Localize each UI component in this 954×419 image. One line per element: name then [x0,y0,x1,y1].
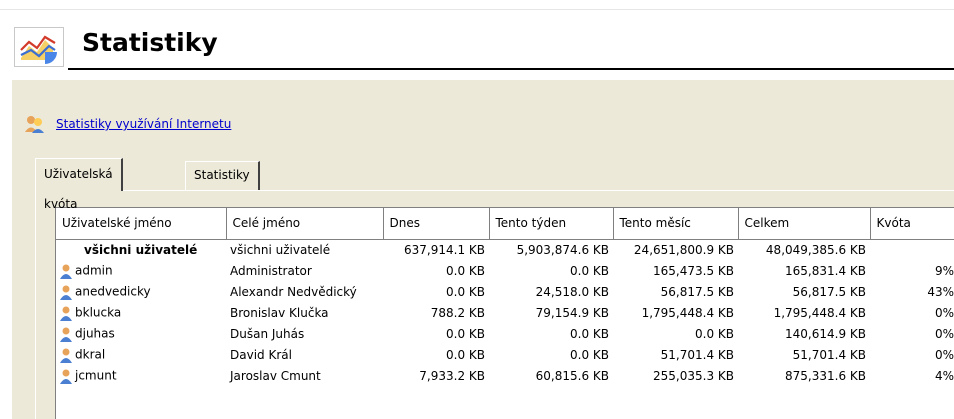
quota-value: 0% [934,347,954,362]
statistics-chart-icon [14,27,64,67]
quota-cell: 4% [870,365,954,386]
quota-value: 9% [934,263,954,278]
summary-total: 48,049,385.6 KB [765,242,866,257]
total-cell: 875,331.6 KB [785,368,866,383]
table-row[interactable]: djuhas Dušan Juhás 0.0 KB 0.0 KB 0.0 KB … [56,323,954,344]
table-row[interactable]: admin Administrator 0.0 KB 0.0 KB 165,47… [56,260,954,281]
today-cell: 788.2 KB [430,305,485,320]
col-header-fullname[interactable]: Celé jméno [226,208,384,240]
username: bklucka [75,305,122,319]
col-header-today[interactable]: Dnes [383,208,490,240]
month-cell: 1,795,448.4 KB [641,305,734,320]
col-header-month[interactable]: Tento měsíc [613,208,739,240]
today-cell: 0.0 KB [446,347,485,362]
internet-stats-link-row[interactable]: Statistiky využívání Internetu [24,114,231,134]
summary-week: 5,903,874.6 KB [516,242,609,257]
fullname-cell: Dušan Juhás [230,326,305,341]
week-cell: 0.0 KB [570,326,609,341]
month-cell: 255,035.3 KB [653,368,734,383]
quota-cell: 0% [870,344,954,365]
table-header-row: Uživatelské jméno Celé jméno Dnes Tento … [56,208,954,240]
summary-month: 24,651,800.9 KB [633,242,734,257]
col-header-total[interactable]: Celkem [738,208,871,240]
week-cell: 0.0 KB [570,347,609,362]
total-cell: 56,817.5 KB [792,284,866,299]
quota-value: 4% [934,368,954,383]
table-row[interactable]: dkral David Král 0.0 KB 0.0 KB 51,701.4 … [56,344,954,365]
username: jcmunt [75,368,117,382]
table-row[interactable]: anedvedicky Alexandr Nedvědický 0.0 KB 2… [56,281,954,302]
username-cell: bklucka [56,302,226,323]
table-row[interactable]: bklucka Bronislav Klučka 788.2 KB 79,154… [56,302,954,323]
page-header: Statistiky [0,0,954,72]
username: dkral [75,347,106,361]
total-cell: 1,795,448.4 KB [773,305,866,320]
col-header-username[interactable]: Uživatelské jméno [56,208,227,240]
summary-username: všichni uživatelé [84,242,198,257]
user-icon [58,368,74,384]
month-cell: 165,473.5 KB [653,263,734,278]
username: anedvedicky [75,284,151,298]
fullname-cell: Bronislav Klučka [230,305,329,320]
fullname-cell: Administrator [230,263,312,278]
quota-table: Uživatelské jméno Celé jméno Dnes Tento … [55,207,954,419]
today-cell: 0.0 KB [446,263,485,278]
top-separator [0,9,954,10]
quota-cell: 0% [870,302,954,323]
week-cell: 60,815.6 KB [535,368,609,383]
summary-today: 637,914.1 KB [404,242,485,257]
table-row[interactable]: jcmunt Jaroslav Cmunt 7,933.2 KB 60,815.… [56,365,954,386]
today-cell: 7,933.2 KB [419,368,485,383]
month-cell: 51,701.4 KB [660,347,734,362]
today-cell: 0.0 KB [446,326,485,341]
summary-fullname: všichni uživatelé [230,242,331,257]
user-icon [58,347,74,363]
fullname-cell: David Král [230,347,292,362]
total-cell: 51,701.4 KB [792,347,866,362]
tab-interface-statistics[interactable]: Statistiky rozhraní [185,161,260,209]
month-cell: 56,817.5 KB [660,284,734,299]
fullname-cell: Jaroslav Cmunt [230,368,321,383]
page-title: Statistiky [82,28,218,57]
quota-value: 0% [934,326,954,341]
username: admin [75,263,113,277]
quota-value: 0% [934,305,954,320]
fullname-cell: Alexandr Nedvědický [230,284,357,299]
user-icon [58,263,74,279]
summary-quota [870,239,954,260]
username: djuhas [75,326,115,340]
tab-user-quota[interactable]: Uživatelská kvóta [35,158,123,211]
user-icon [58,326,74,342]
username-cell: jcmunt [56,365,226,386]
col-header-week[interactable]: Tento týden [489,208,614,240]
week-cell: 79,154.9 KB [535,305,609,320]
today-cell: 0.0 KB [446,284,485,299]
username-cell: admin [56,260,226,281]
user-icon [58,284,74,300]
username-cell: djuhas [56,323,226,344]
total-cell: 165,831.4 KB [785,263,866,278]
quota-cell: 9% [870,260,954,281]
internet-stats-link[interactable]: Statistiky využívání Internetu [56,117,231,131]
quota-cell: 0% [870,323,954,344]
month-cell: 0.0 KB [695,326,734,341]
total-cell: 140,614.9 KB [785,326,866,341]
col-header-quota[interactable]: Kvóta [870,208,954,240]
username-cell: dkral [56,344,226,365]
quota-value: 43% [927,284,954,299]
week-cell: 0.0 KB [570,263,609,278]
table-row-summary[interactable]: všichni uživatelé všichni uživatelé 637,… [56,239,954,260]
user-icon [58,305,74,321]
quota-cell: 43% [870,281,954,302]
username-cell: anedvedicky [56,281,226,302]
header-underline [68,68,954,70]
week-cell: 24,518.0 KB [535,284,609,299]
users-icon [24,114,46,134]
